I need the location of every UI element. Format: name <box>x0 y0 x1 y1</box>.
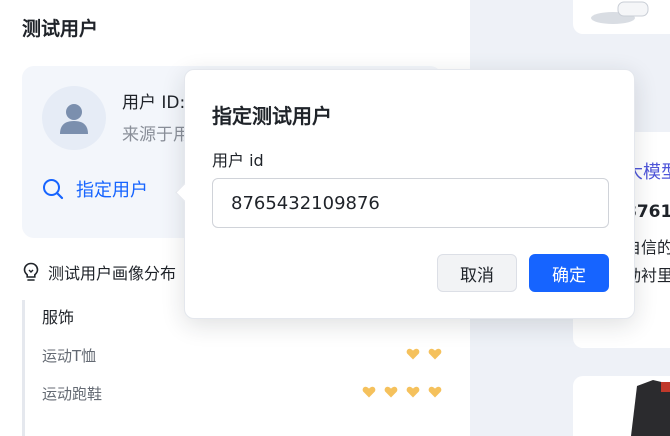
heart-icon <box>362 386 376 398</box>
tag-hearts <box>362 385 442 399</box>
user-avatar-icon <box>42 86 106 150</box>
panel-title: 测试用户 <box>22 18 99 40</box>
heart-icon <box>384 386 398 398</box>
heart-icon <box>428 386 442 398</box>
tag-hearts <box>406 347 442 361</box>
user-id-input[interactable] <box>212 178 609 228</box>
tag-category: 服饰 <box>42 308 75 327</box>
cancel-button[interactable]: 取消 <box>437 254 517 292</box>
heart-icon <box>406 348 420 360</box>
tag-row: 运动T恤 <box>42 345 442 367</box>
product-image-top <box>573 0 670 34</box>
specify-test-user-dialog: 指定测试用户 用户 id 取消 确定 <box>175 69 635 319</box>
tag-name: 运动T恤 <box>42 347 97 365</box>
dialog-title: 指定测试用户 <box>212 104 332 128</box>
tag-list: 服饰 运动T恤 运动跑鞋 <box>22 300 445 436</box>
heart-icon <box>406 386 420 398</box>
user-id-label: 用户 ID: <box>122 93 186 113</box>
specify-user-button[interactable]: 指定用户 <box>42 176 148 202</box>
confirm-button[interactable]: 确定 <box>529 254 609 292</box>
lightbulb-icon <box>23 262 39 281</box>
heart-icon <box>428 348 442 360</box>
tag-name: 运动跑鞋 <box>42 385 103 403</box>
specify-user-label: 指定用户 <box>76 180 148 201</box>
tag-row: 运动跑鞋 <box>42 383 442 405</box>
product-image-bottom <box>573 376 670 436</box>
profile-heading: 测试用户画像分布 <box>22 260 176 284</box>
profile-heading-label: 测试用户画像分布 <box>48 264 177 283</box>
search-icon <box>43 179 64 200</box>
user-id-field-label: 用户 id <box>212 151 264 170</box>
